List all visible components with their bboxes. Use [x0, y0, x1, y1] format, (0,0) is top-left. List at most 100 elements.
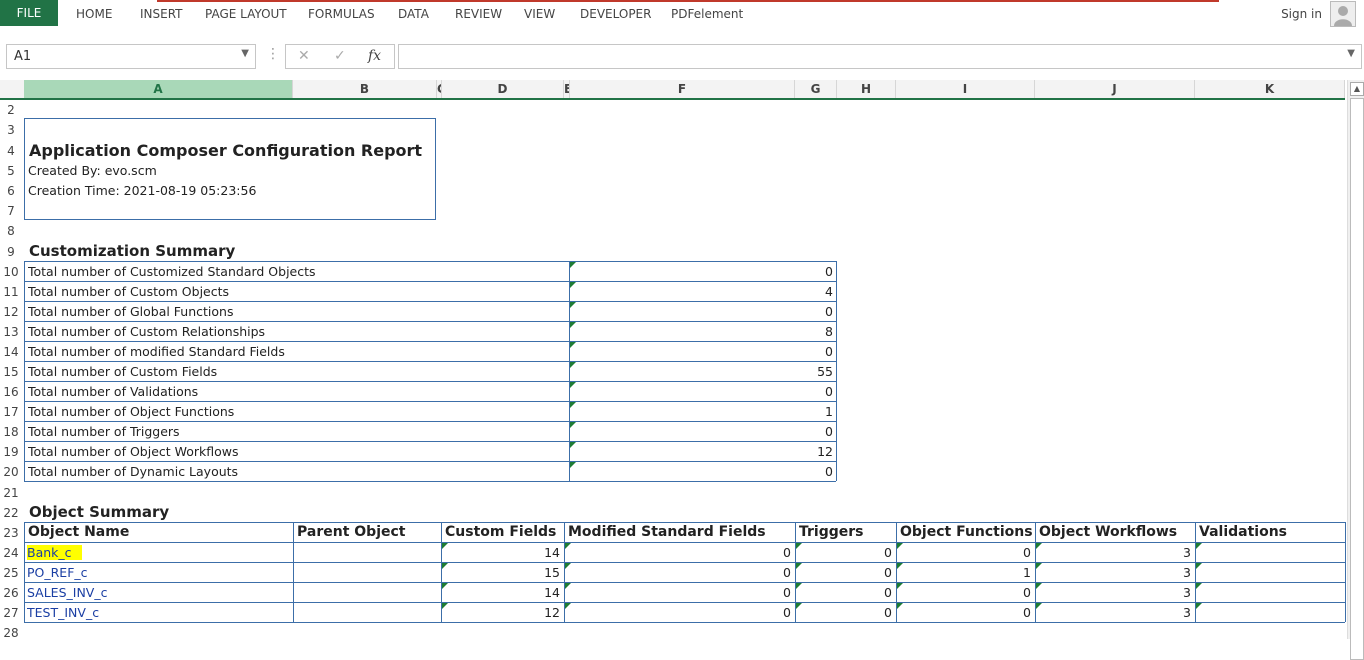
object-value-cell[interactable]: 0: [564, 545, 791, 560]
row-header[interactable]: 16: [0, 385, 22, 399]
column-header-f[interactable]: F: [570, 80, 795, 98]
object-column-header[interactable]: Triggers: [799, 524, 894, 540]
summary-value[interactable]: 0: [570, 264, 833, 279]
column-header-d[interactable]: D: [442, 80, 564, 98]
scroll-up-icon[interactable]: ▲: [1350, 82, 1364, 96]
object-column-header[interactable]: Custom Fields: [445, 524, 562, 540]
cancel-icon[interactable]: ✕: [298, 48, 310, 64]
tab-page-layout[interactable]: PAGE LAYOUT: [205, 7, 287, 21]
object-column-header[interactable]: Validations: [1199, 524, 1343, 540]
tab-insert[interactable]: INSERT: [140, 7, 183, 21]
summary-label[interactable]: Total number of Custom Fields: [28, 364, 566, 379]
tab-review[interactable]: REVIEW: [455, 7, 502, 21]
row-header[interactable]: 15: [0, 365, 22, 379]
report-title[interactable]: Application Composer Configuration Repor…: [29, 141, 422, 160]
object-value-cell[interactable]: 14: [441, 545, 560, 560]
object-column-header[interactable]: Object Name: [28, 524, 291, 540]
row-header[interactable]: 9: [0, 245, 22, 259]
object-value-cell[interactable]: 3: [1035, 545, 1191, 560]
column-header-a[interactable]: A: [24, 80, 293, 98]
object-value-cell[interactable]: 3: [1035, 605, 1191, 620]
object-value-cell[interactable]: 15: [441, 565, 560, 580]
row-header[interactable]: 13: [0, 325, 22, 339]
row-header[interactable]: 20: [0, 465, 22, 479]
row-header[interactable]: 27: [0, 606, 22, 620]
tab-view[interactable]: VIEW: [524, 7, 555, 21]
column-header-b[interactable]: B: [293, 80, 437, 98]
summary-value[interactable]: 0: [570, 344, 833, 359]
summary-label[interactable]: Total number of Custom Relationships: [28, 324, 566, 339]
column-header-j[interactable]: J: [1035, 80, 1195, 98]
column-header-k[interactable]: K: [1195, 80, 1345, 98]
vertical-scrollbar[interactable]: ▲: [1347, 80, 1364, 660]
row-header[interactable]: 21: [0, 486, 22, 500]
row-header[interactable]: 8: [0, 224, 22, 238]
formula-input[interactable]: ▼: [398, 44, 1362, 69]
object-value-cell[interactable]: 14: [441, 585, 560, 600]
customization-summary-heading[interactable]: Customization Summary: [29, 242, 235, 260]
object-value-cell[interactable]: 12: [441, 605, 560, 620]
object-value-cell[interactable]: 3: [1035, 565, 1191, 580]
object-summary-heading[interactable]: Object Summary: [29, 503, 169, 521]
summary-label[interactable]: Total number of Object Workflows: [28, 444, 566, 459]
expand-formula-icon[interactable]: ▼: [1347, 48, 1355, 59]
sign-in-link[interactable]: Sign in: [1281, 7, 1322, 21]
object-value-cell[interactable]: 1: [896, 565, 1031, 580]
summary-label[interactable]: Total number of Dynamic Layouts: [28, 464, 566, 479]
summary-value[interactable]: 0: [570, 424, 833, 439]
object-value-cell[interactable]: 0: [795, 585, 892, 600]
summary-value[interactable]: 1: [570, 404, 833, 419]
summary-value[interactable]: 0: [570, 464, 833, 479]
object-column-header[interactable]: Object Functions: [900, 524, 1033, 540]
row-header[interactable]: 24: [0, 546, 22, 560]
row-header[interactable]: 14: [0, 345, 22, 359]
name-box[interactable]: A1 ▼: [6, 44, 256, 69]
object-value-cell[interactable]: 0: [896, 605, 1031, 620]
summary-label[interactable]: Total number of Customized Standard Obje…: [28, 264, 566, 279]
row-header[interactable]: 17: [0, 405, 22, 419]
summary-value[interactable]: 12: [570, 444, 833, 459]
object-value-cell[interactable]: 0: [564, 565, 791, 580]
enter-icon[interactable]: ✓: [334, 48, 346, 64]
tab-formulas[interactable]: FORMULAS: [308, 7, 375, 21]
row-header[interactable]: 7: [0, 204, 22, 218]
row-header[interactable]: 25: [0, 566, 22, 580]
object-value-cell[interactable]: 0: [795, 565, 892, 580]
object-value-cell[interactable]: 0: [896, 585, 1031, 600]
object-name-link[interactable]: SALES_INV_c: [27, 585, 107, 600]
object-value-cell[interactable]: 0: [564, 605, 791, 620]
summary-label[interactable]: Total number of Triggers: [28, 424, 566, 439]
row-header[interactable]: 28: [0, 626, 22, 640]
row-header[interactable]: 19: [0, 445, 22, 459]
summary-label[interactable]: Total number of modified Standard Fields: [28, 344, 566, 359]
report-created-by[interactable]: Created By: evo.scm: [28, 163, 157, 178]
row-header[interactable]: 18: [0, 425, 22, 439]
user-avatar-icon[interactable]: [1330, 1, 1356, 27]
summary-label[interactable]: Total number of Custom Objects: [28, 284, 566, 299]
row-header[interactable]: 26: [0, 586, 22, 600]
insert-function-icon[interactable]: fx: [368, 48, 381, 64]
tab-home[interactable]: HOME: [76, 7, 112, 21]
object-value-cell[interactable]: 0: [795, 605, 892, 620]
tab-pdfelement[interactable]: PDFelement: [671, 7, 743, 21]
row-header[interactable]: 5: [0, 164, 22, 178]
summary-value[interactable]: 4: [570, 284, 833, 299]
file-tab[interactable]: FILE: [0, 0, 58, 26]
summary-value[interactable]: 8: [570, 324, 833, 339]
row-header[interactable]: 6: [0, 184, 22, 198]
row-header[interactable]: 11: [0, 285, 22, 299]
object-value-cell[interactable]: 0: [795, 545, 892, 560]
object-name-link[interactable]: TEST_INV_c: [27, 605, 99, 620]
row-header[interactable]: 4: [0, 144, 22, 158]
column-header-g[interactable]: G: [795, 80, 837, 98]
object-column-header[interactable]: Parent Object: [297, 524, 439, 540]
object-column-header[interactable]: Object Workflows: [1039, 524, 1193, 540]
formula-bar-grip-icon[interactable]: ⋮: [266, 46, 280, 62]
chevron-down-icon[interactable]: ▼: [241, 48, 249, 59]
object-value-cell[interactable]: 0: [896, 545, 1031, 560]
summary-value[interactable]: 0: [570, 384, 833, 399]
object-value-cell[interactable]: 3: [1035, 585, 1191, 600]
column-header-h[interactable]: H: [837, 80, 896, 98]
row-header[interactable]: 2: [0, 103, 22, 117]
row-header[interactable]: 22: [0, 506, 22, 520]
